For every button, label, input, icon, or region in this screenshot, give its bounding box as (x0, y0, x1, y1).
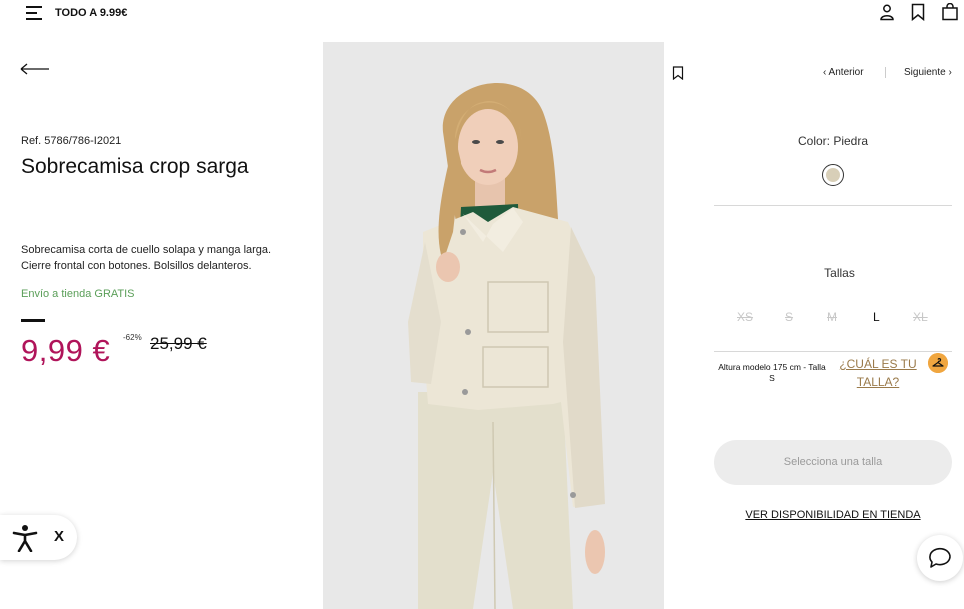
save-product-icon[interactable] (672, 66, 684, 80)
size-guide-link[interactable]: ¿CUÁL ES TU TALLA? (838, 355, 918, 391)
sizes-divider (714, 351, 952, 352)
select-size-button[interactable]: Selecciona una talla (714, 440, 952, 485)
accessibility-icon[interactable] (12, 524, 38, 552)
header: TODO A 9.99€ (0, 0, 964, 28)
sizes-label: Tallas (824, 266, 855, 280)
bag-icon[interactable] (941, 3, 959, 21)
previous-product-link[interactable]: ‹ Anterior (823, 67, 864, 78)
size-m[interactable]: M (827, 310, 837, 324)
nav-separator (885, 67, 886, 78)
product-image[interactable] (323, 42, 664, 609)
color-swatch[interactable] (822, 164, 844, 186)
store-availability-link[interactable]: VER DISPONIBILIDAD EN TIENDA (714, 509, 952, 521)
color-label: Color: Piedra (797, 134, 869, 148)
discount-badge: -62% (123, 333, 142, 342)
next-product-link[interactable]: Siguiente › (904, 67, 952, 78)
chat-icon (929, 547, 951, 568)
old-price: 25,99 € (150, 334, 207, 353)
hanger-icon[interactable] (928, 353, 948, 373)
chat-button[interactable] (917, 535, 963, 581)
shipping-info: Envío a tienda GRATIS (21, 288, 135, 300)
bookmark-icon[interactable] (909, 3, 927, 21)
menu-icon[interactable] (26, 5, 42, 21)
color-divider (714, 205, 952, 206)
user-icon[interactable] (878, 3, 896, 21)
back-arrow-icon[interactable] (20, 62, 50, 76)
product-description: Sobrecamisa corta de cuello solapa y man… (21, 244, 272, 272)
size-s[interactable]: S (785, 310, 793, 324)
product-title: Sobrecamisa crop sarga (21, 155, 249, 178)
accessibility-close-button[interactable]: X (54, 528, 64, 545)
model-size-info: Altura modelo 175 cm - Talla S (718, 362, 826, 383)
model-illustration (323, 42, 664, 609)
promo-banner[interactable]: TODO A 9.99€ (55, 7, 127, 19)
swatch-fill (826, 168, 840, 182)
accessibility-widget: X (0, 515, 77, 560)
product-ref: Ref. 5786/786-I2021 (21, 135, 122, 147)
size-xl[interactable]: XL (913, 310, 928, 324)
size-l[interactable]: L (873, 310, 880, 324)
current-price: 9,99 € (21, 333, 111, 368)
price-divider (21, 319, 45, 322)
size-xs[interactable]: XS (737, 310, 753, 324)
